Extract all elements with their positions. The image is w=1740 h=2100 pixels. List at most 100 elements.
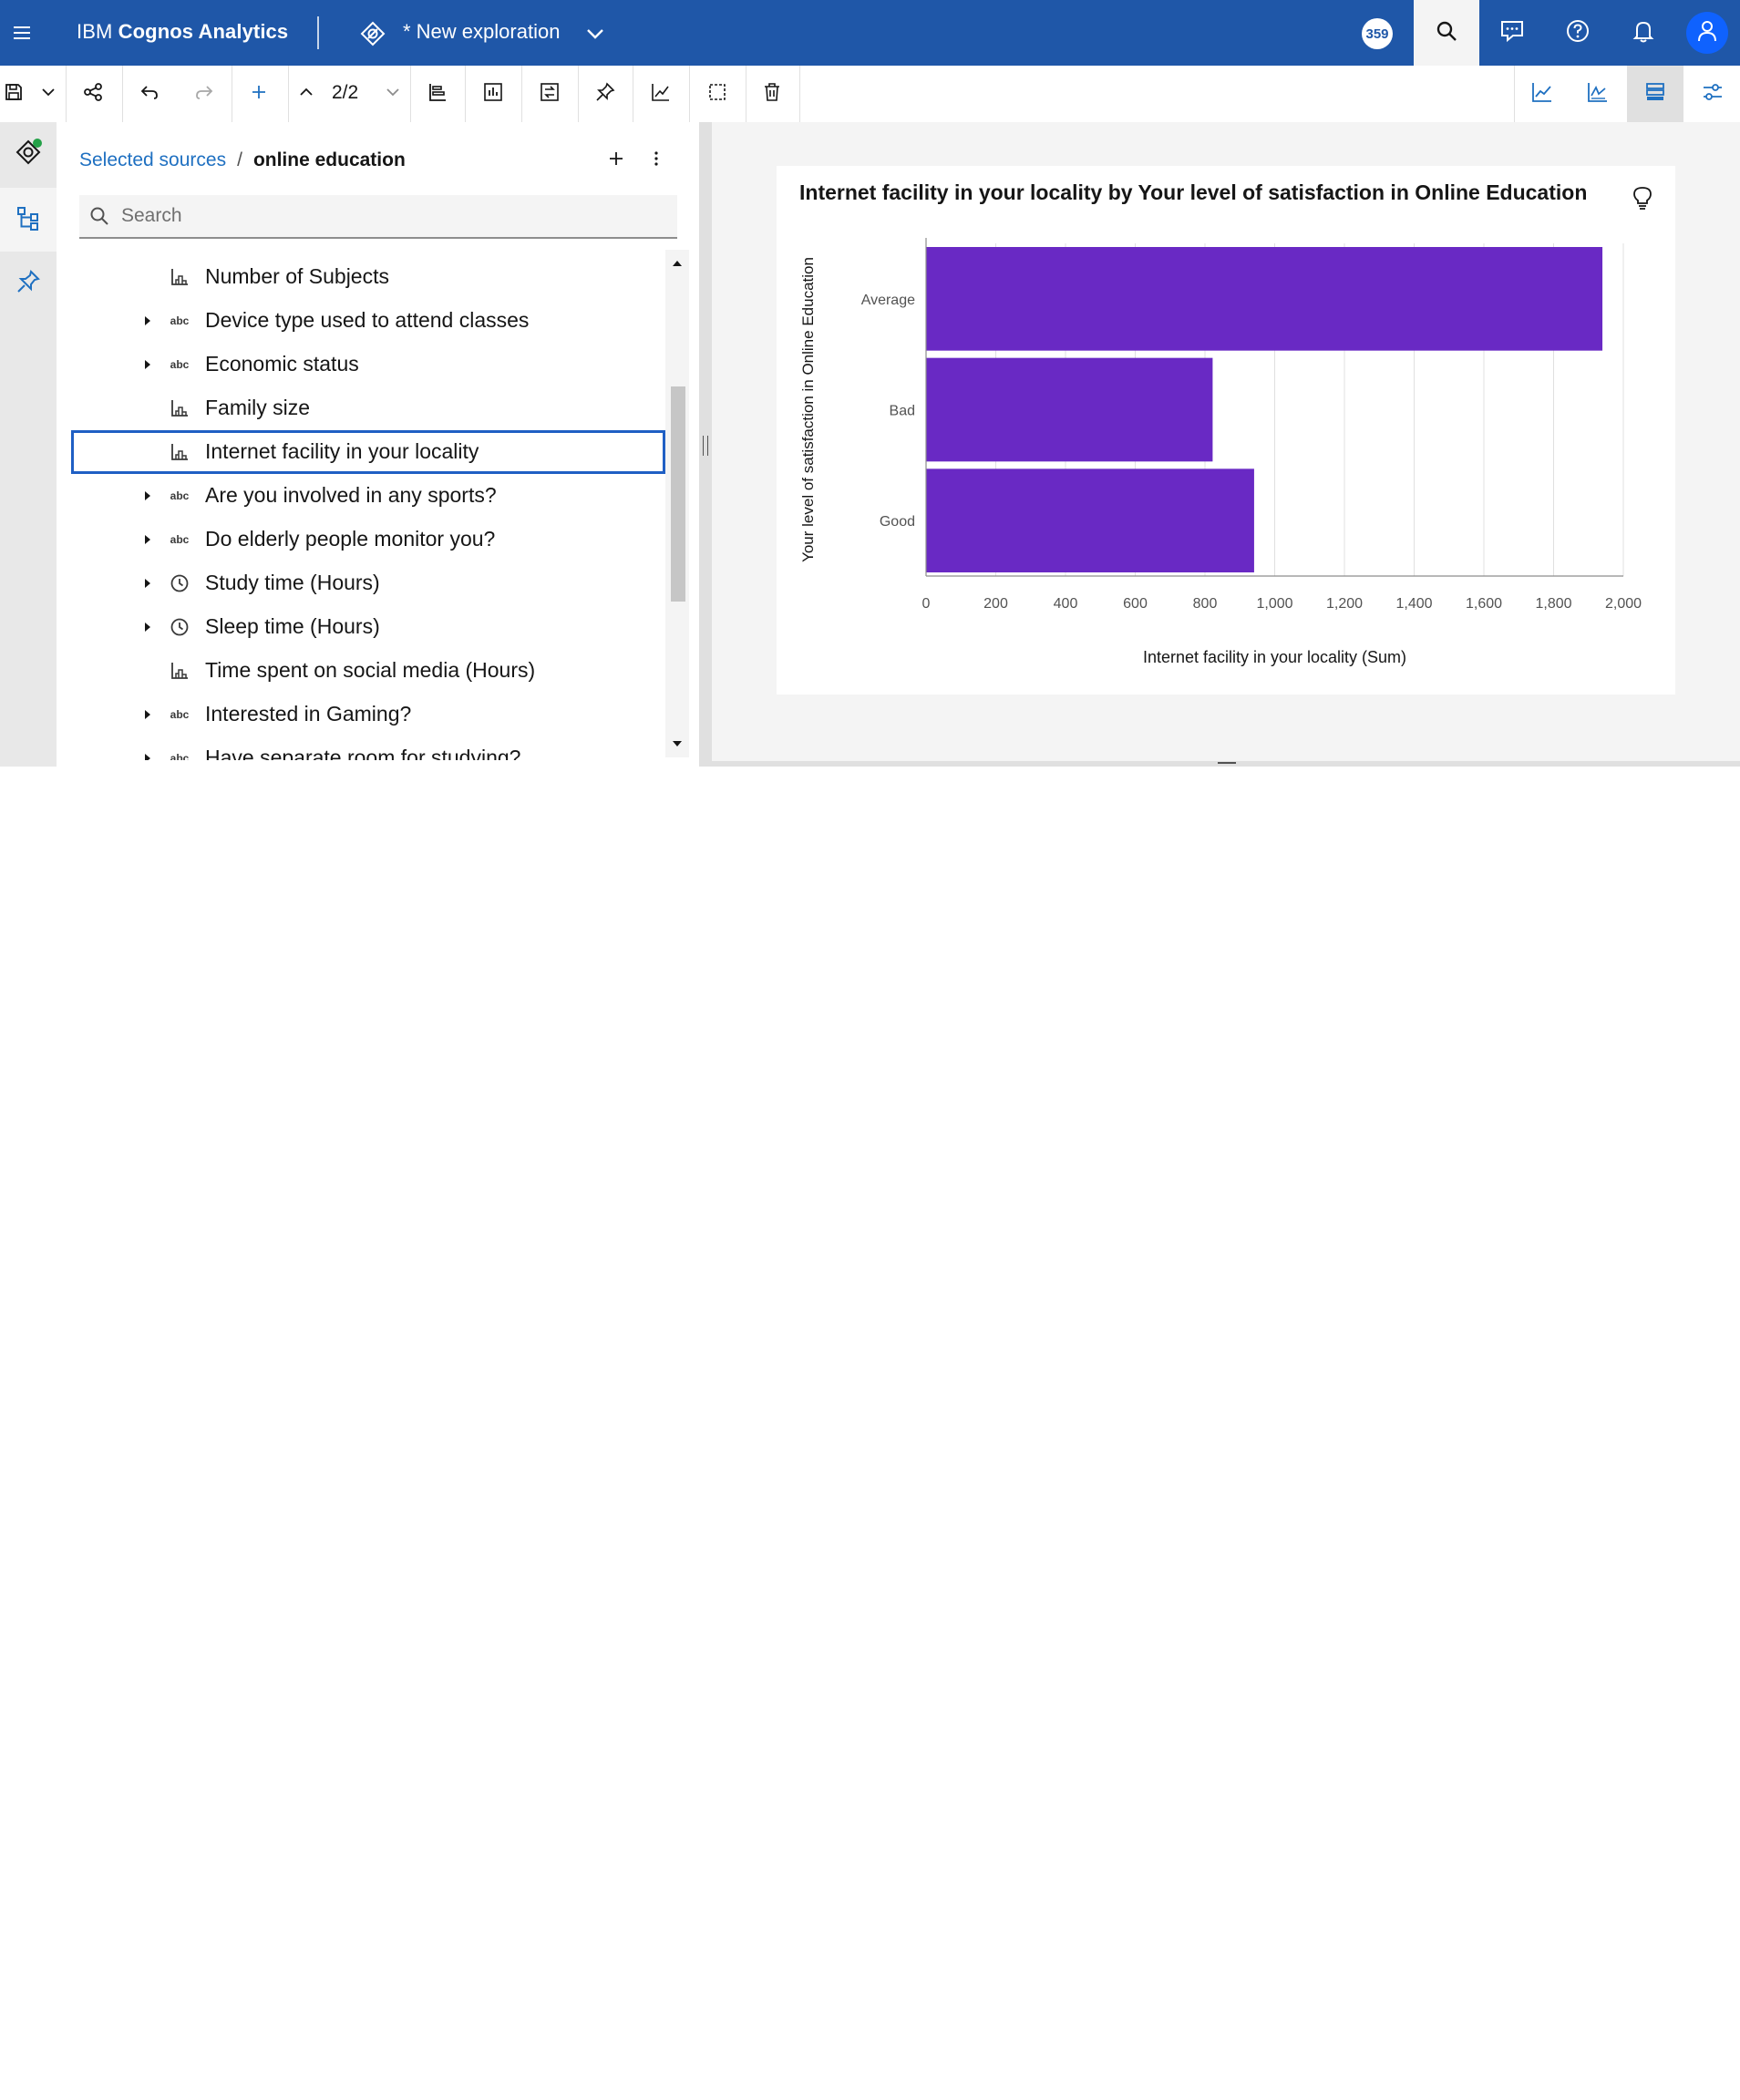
breadcrumb: Selected sources / online education bbox=[79, 149, 406, 171]
resize-grip-icon bbox=[703, 436, 708, 456]
x-tick-label: 1,600 bbox=[1466, 596, 1502, 612]
measure-icon bbox=[168, 441, 191, 463]
rail-sources-button[interactable] bbox=[0, 122, 57, 186]
caret-right-icon[interactable] bbox=[142, 489, 153, 503]
previous-card-button[interactable] bbox=[290, 66, 323, 122]
bar[interactable] bbox=[926, 357, 1213, 462]
tree-item[interactable]: abc Do elderly people monitor you? bbox=[71, 518, 665, 561]
notifications-button[interactable] bbox=[1611, 0, 1676, 66]
tree-item-label: Are you involved in any sports? bbox=[205, 483, 497, 507]
scroll-up-arrow-icon[interactable] bbox=[671, 257, 684, 274]
insights-button[interactable] bbox=[1515, 66, 1570, 122]
tree-item[interactable]: abc Interested in Gaming? bbox=[71, 693, 665, 736]
pin-button[interactable] bbox=[578, 66, 633, 122]
tree-item[interactable]: Sleep time (Hours) bbox=[71, 605, 665, 649]
tree-item-label: Internet facility in your locality bbox=[205, 439, 479, 463]
chat-button[interactable] bbox=[1479, 0, 1545, 66]
panel-resize-handle[interactable] bbox=[699, 122, 712, 767]
caret-right-icon[interactable] bbox=[142, 357, 153, 372]
tree-item-label: Interested in Gaming? bbox=[205, 702, 412, 726]
tree-item[interactable]: abc Have separate room for studying? bbox=[71, 736, 665, 760]
undo-icon bbox=[139, 81, 160, 108]
tree-item-label: Do elderly people monitor you? bbox=[205, 527, 496, 551]
forecast-button[interactable] bbox=[633, 66, 689, 122]
tree-item-label: Sleep time (Hours) bbox=[205, 614, 380, 638]
caret-right-icon[interactable] bbox=[142, 707, 153, 722]
pin-icon bbox=[594, 81, 616, 108]
add-card-button[interactable] bbox=[232, 66, 286, 122]
chevron-up-icon bbox=[297, 83, 315, 106]
y-tick-label: Average bbox=[861, 293, 915, 308]
scrollbar-thumb[interactable] bbox=[671, 386, 685, 602]
caret-right-icon[interactable] bbox=[142, 314, 153, 328]
properties-button[interactable] bbox=[1684, 66, 1740, 122]
help-icon bbox=[1564, 17, 1591, 49]
fields-panel-button[interactable] bbox=[1627, 66, 1683, 122]
tree-item[interactable]: abc Economic status bbox=[71, 343, 665, 386]
tree-item[interactable]: Family size bbox=[71, 386, 665, 430]
measure-icon bbox=[168, 266, 191, 288]
tree-item[interactable]: Internet facility in your locality bbox=[71, 430, 665, 474]
save-button[interactable] bbox=[0, 66, 27, 122]
rail-data-tree-button[interactable] bbox=[0, 188, 57, 252]
x-tick-label: 1,200 bbox=[1326, 596, 1363, 612]
search-button[interactable] bbox=[1414, 0, 1479, 66]
scroll-down-arrow-icon[interactable] bbox=[671, 737, 684, 755]
bar[interactable] bbox=[926, 468, 1254, 572]
tree-item-label: Device type used to attend classes bbox=[205, 308, 530, 332]
user-profile-button[interactable] bbox=[1674, 0, 1740, 66]
tree-item[interactable]: Number of Subjects bbox=[71, 255, 665, 299]
select-button[interactable] bbox=[689, 66, 746, 122]
user-icon bbox=[1694, 18, 1720, 48]
x-tick-label: 800 bbox=[1193, 596, 1218, 612]
clock-icon bbox=[168, 616, 191, 638]
settings-sliders-icon bbox=[1701, 80, 1725, 108]
y-tick-label: Good bbox=[880, 514, 915, 530]
bar[interactable] bbox=[926, 247, 1603, 351]
x-tick-label: 0 bbox=[922, 596, 931, 612]
caret-right-icon[interactable] bbox=[142, 620, 153, 634]
menu-icon[interactable] bbox=[7, 18, 36, 47]
more-options-button[interactable] bbox=[643, 148, 669, 173]
chevron-down-icon[interactable] bbox=[583, 22, 607, 46]
redo-button[interactable] bbox=[177, 66, 232, 122]
tree-item[interactable]: abc Are you involved in any sports? bbox=[71, 474, 665, 518]
analytics-button[interactable] bbox=[1570, 66, 1626, 122]
x-tick-label: 200 bbox=[983, 596, 1008, 612]
x-tick-label: 400 bbox=[1054, 596, 1078, 612]
help-button[interactable] bbox=[1545, 0, 1611, 66]
visualization-type-button[interactable] bbox=[465, 66, 521, 122]
x-tick-label: 1,400 bbox=[1395, 596, 1432, 612]
next-card-button[interactable] bbox=[377, 66, 408, 122]
undo-button[interactable] bbox=[122, 66, 177, 122]
exploration-title[interactable]: * New exploration bbox=[403, 20, 560, 44]
align-button[interactable] bbox=[410, 66, 465, 122]
breadcrumb-selected-sources[interactable]: Selected sources bbox=[79, 149, 226, 170]
share-button[interactable] bbox=[66, 66, 120, 122]
avatar bbox=[1686, 12, 1728, 54]
canvas-resize-handle[interactable] bbox=[1218, 762, 1236, 764]
notification-count-badge[interactable]: 359 bbox=[1362, 18, 1393, 49]
text-field-icon: abc bbox=[170, 358, 190, 371]
tree-item-label: Time spent on social media (Hours) bbox=[205, 658, 536, 682]
toolbar-divider bbox=[288, 66, 289, 122]
search-field bbox=[79, 195, 677, 239]
measure-icon bbox=[168, 660, 191, 682]
swap-button[interactable] bbox=[521, 66, 578, 122]
app-header: IBM Cognos Analytics * New exploration 3… bbox=[0, 0, 1740, 66]
save-menu-button[interactable] bbox=[35, 66, 62, 122]
search-icon bbox=[1434, 18, 1459, 48]
overflow-menu-icon bbox=[647, 149, 665, 172]
tree-item[interactable]: abc Device type used to attend classes bbox=[71, 299, 665, 343]
caret-right-icon[interactable] bbox=[142, 576, 153, 591]
add-source-button[interactable] bbox=[603, 148, 629, 173]
caret-right-icon[interactable] bbox=[142, 751, 153, 760]
tree-scrollbar[interactable] bbox=[665, 250, 689, 757]
search-input[interactable] bbox=[121, 195, 659, 237]
rail-pins-button[interactable] bbox=[0, 252, 57, 315]
caret-right-icon[interactable] bbox=[142, 532, 153, 547]
tree-item[interactable]: Study time (Hours) bbox=[71, 561, 665, 605]
tree-item[interactable]: Time spent on social media (Hours) bbox=[71, 649, 665, 693]
visualization-card[interactable]: Internet facility in your locality by Yo… bbox=[777, 166, 1675, 695]
delete-button[interactable] bbox=[746, 66, 798, 122]
